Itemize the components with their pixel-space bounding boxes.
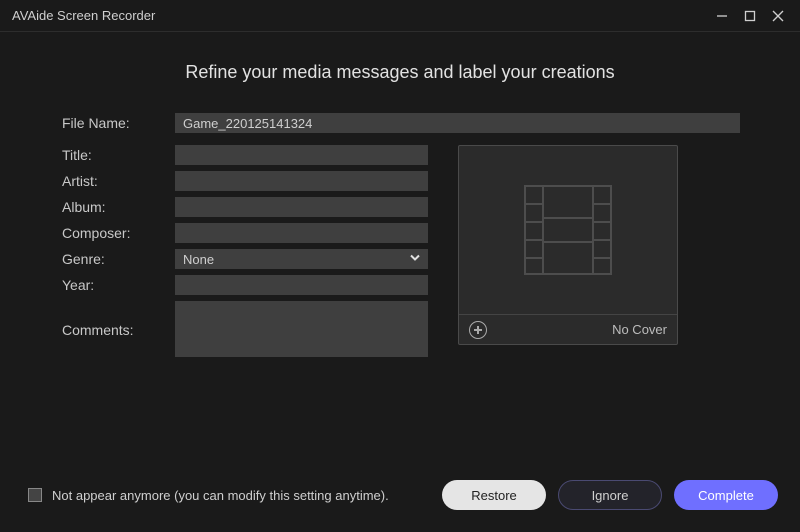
restore-button[interactable]: Restore <box>442 480 546 510</box>
ignore-button[interactable]: Ignore <box>558 480 662 510</box>
file-name-input[interactable] <box>175 113 740 133</box>
year-input[interactable] <box>175 275 428 295</box>
label-artist: Artist: <box>60 173 175 189</box>
titlebar: AVAide Screen Recorder <box>0 0 800 32</box>
minimize-icon <box>716 10 728 22</box>
two-column-area: Title: Artist: Album: Composer: Genre: N… <box>60 145 740 363</box>
main-content: Refine your media messages and label you… <box>0 32 800 363</box>
chevron-down-icon <box>408 251 422 268</box>
label-composer: Composer: <box>60 225 175 241</box>
page-heading: Refine your media messages and label you… <box>60 62 740 83</box>
row-file-name: File Name: <box>60 113 740 133</box>
label-album: Album: <box>60 199 175 215</box>
not-appear-checkbox[interactable] <box>28 488 42 502</box>
close-button[interactable] <box>764 2 792 30</box>
complete-button[interactable]: Complete <box>674 480 778 510</box>
row-comments: Comments: <box>60 301 428 357</box>
genre-select[interactable]: None <box>175 249 428 269</box>
genre-value: None <box>183 252 214 267</box>
row-artist: Artist: <box>60 171 428 191</box>
row-album: Album: <box>60 197 428 217</box>
film-strip-icon <box>513 180 623 280</box>
maximize-button[interactable] <box>736 2 764 30</box>
row-composer: Composer: <box>60 223 428 243</box>
not-appear-label: Not appear anymore (you can modify this … <box>52 488 430 503</box>
cover-panel: No Cover <box>458 145 678 345</box>
comments-input[interactable] <box>175 301 428 357</box>
label-file-name: File Name: <box>60 115 175 131</box>
label-genre: Genre: <box>60 251 175 267</box>
album-input[interactable] <box>175 197 428 217</box>
label-year: Year: <box>60 277 175 293</box>
add-cover-button[interactable] <box>469 321 487 339</box>
row-title: Title: <box>60 145 428 165</box>
minimize-button[interactable] <box>708 2 736 30</box>
label-title: Title: <box>60 147 175 163</box>
footer-bar: Not appear anymore (you can modify this … <box>0 466 800 532</box>
no-cover-label: No Cover <box>612 322 667 337</box>
plus-icon <box>473 325 483 335</box>
label-comments: Comments: <box>60 320 175 338</box>
app-title: AVAide Screen Recorder <box>12 8 708 23</box>
fields-column: Title: Artist: Album: Composer: Genre: N… <box>60 145 428 363</box>
cover-footer: No Cover <box>459 314 677 344</box>
artist-input[interactable] <box>175 171 428 191</box>
composer-input[interactable] <box>175 223 428 243</box>
row-year: Year: <box>60 275 428 295</box>
close-icon <box>772 10 784 22</box>
row-genre: Genre: None <box>60 249 428 269</box>
cover-preview <box>459 146 677 314</box>
maximize-icon <box>744 10 756 22</box>
title-input[interactable] <box>175 145 428 165</box>
